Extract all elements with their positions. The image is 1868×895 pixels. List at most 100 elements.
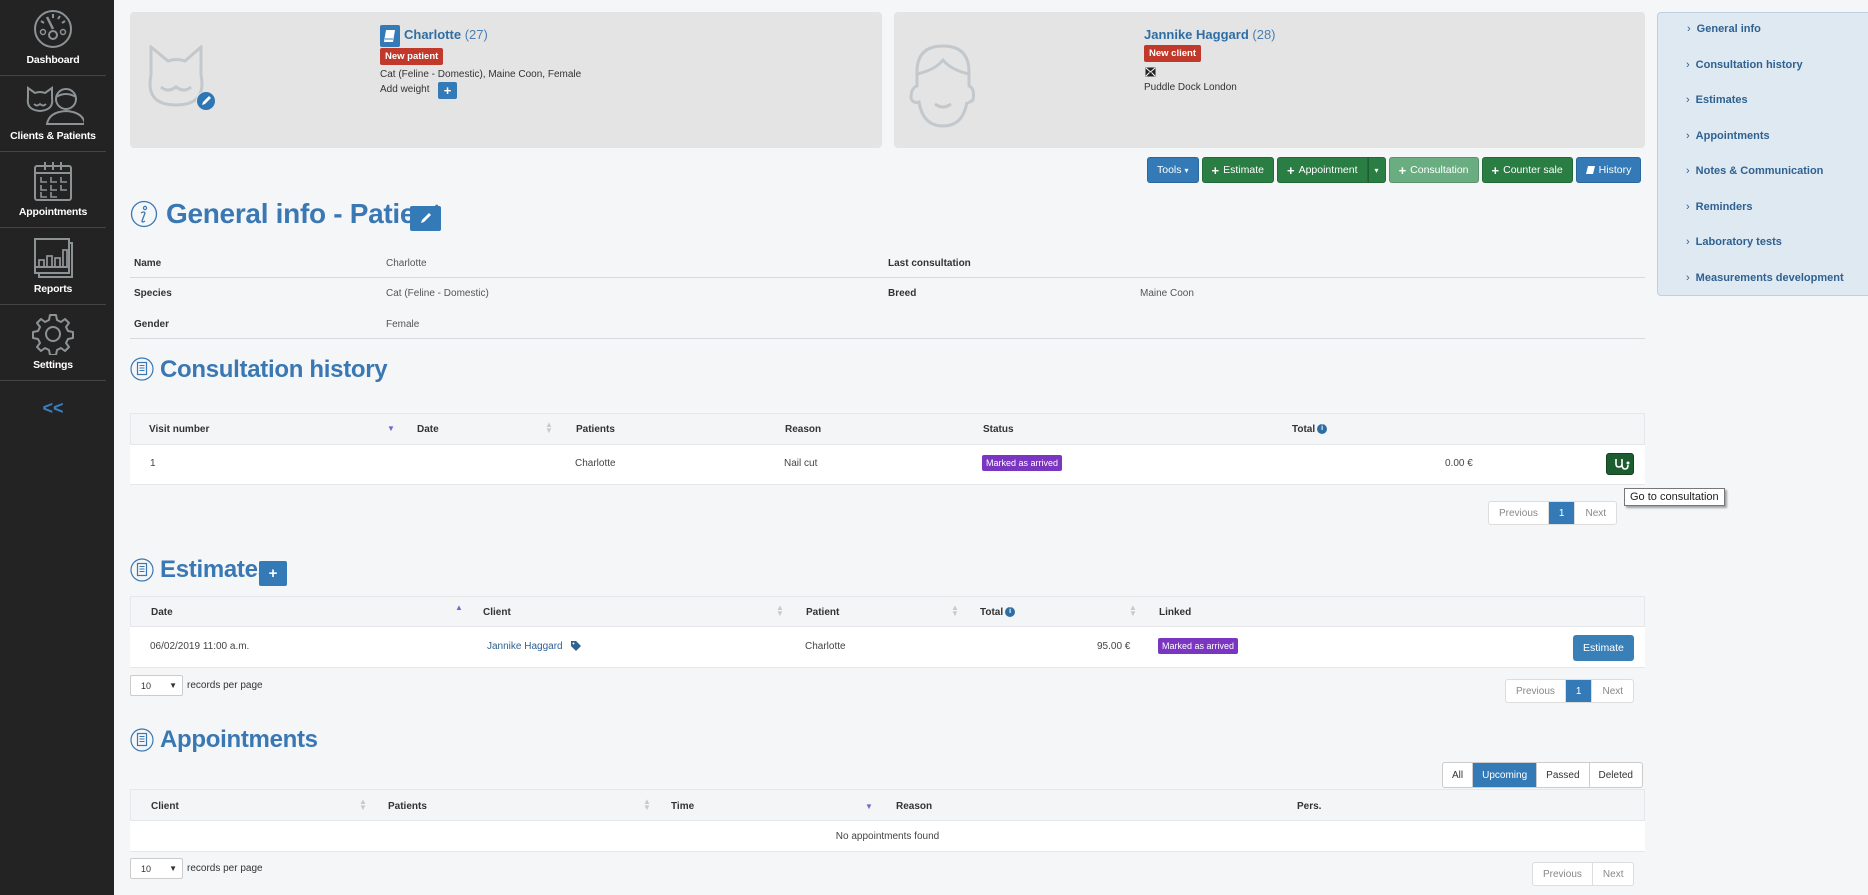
edit-patient-button[interactable]: [410, 206, 441, 231]
sort-both-icon[interactable]: ▲ ▼: [951, 604, 959, 618]
new-estimate-button[interactable]: + Estimate: [1201, 157, 1274, 183]
client-address: Puddle Dock London: [1144, 82, 1237, 93]
edit-avatar-button[interactable]: [196, 91, 216, 111]
cell-visit-number[interactable]: 1: [150, 458, 156, 469]
history-button[interactable]: History: [1575, 157, 1642, 183]
records-per-page-select[interactable]: 10 ▼: [130, 858, 183, 879]
tag-icon: [571, 641, 581, 651]
plus-icon: +: [1286, 162, 1295, 178]
sort-asc-icon[interactable]: ▲: [455, 604, 463, 612]
sort-both-icon[interactable]: ▲ ▼: [545, 421, 553, 435]
appointments-pagination: Previous Next: [1532, 862, 1635, 886]
col-time[interactable]: Time: [671, 801, 694, 812]
sort-desc-icon[interactable]: ▼: [387, 425, 395, 433]
col-date[interactable]: Date: [151, 607, 173, 618]
appointment-dropdown-toggle[interactable]: ▾: [1367, 157, 1386, 183]
new-appointment-button[interactable]: + Appointment: [1276, 157, 1368, 183]
calendar-icon: [34, 162, 72, 201]
client-card: Jannike Haggard (28) New client Puddle D…: [894, 12, 1645, 148]
nav-label: General info: [1696, 23, 1761, 35]
chevron-right-icon: ›: [1686, 59, 1690, 71]
pagination-previous[interactable]: Previous: [1533, 863, 1592, 885]
sort-desc-icon[interactable]: ▼: [865, 803, 873, 811]
nav-consultation-history[interactable]: › Consultation history: [1686, 59, 1803, 71]
col-visit-number[interactable]: Visit number: [149, 424, 209, 435]
chevron-right-icon: ›: [1686, 130, 1690, 142]
new-counter-sale-button[interactable]: + Counter sale: [1481, 157, 1573, 183]
filter-passed[interactable]: Passed: [1536, 763, 1588, 787]
records-per-page-label: records per page: [187, 680, 263, 691]
nav-appointments[interactable]: › Appointments: [1686, 130, 1770, 142]
action-toolbar: Tools ▾ + Estimate + Appointment ▾ + Con…: [1147, 157, 1642, 183]
sidebar-item-label: Settings: [33, 359, 73, 371]
info-label-name: Name: [134, 258, 162, 269]
nav-measurements-development[interactable]: › Measurements development: [1686, 272, 1844, 284]
pencil-icon: [421, 213, 431, 223]
add-weight-label: Add weight: [380, 84, 430, 95]
cell-total: 95.00 €: [1097, 641, 1131, 652]
divider: [130, 277, 1645, 278]
col-patient[interactable]: Patient: [806, 607, 839, 618]
sort-both-icon[interactable]: ▲ ▼: [1129, 604, 1137, 618]
col-client[interactable]: Client: [151, 801, 179, 812]
sidebar-item-dashboard[interactable]: Dashboard: [0, 0, 106, 76]
col-date[interactable]: Date: [417, 424, 439, 435]
pagination-previous[interactable]: Previous: [1506, 680, 1565, 702]
pagination-page-1[interactable]: 1: [1547, 502, 1575, 524]
open-estimate-button[interactable]: Estimate: [1573, 635, 1634, 661]
filter-all[interactable]: All: [1443, 763, 1472, 787]
sidebar-item-clients-patients[interactable]: Clients & Patients: [0, 76, 106, 152]
sidebar-item-appointments[interactable]: Appointments: [0, 152, 106, 228]
add-estimate-button[interactable]: +: [259, 561, 287, 586]
col-total-label: Total: [1292, 424, 1316, 435]
pagination-next[interactable]: Next: [1574, 502, 1616, 524]
filter-upcoming[interactable]: Upcoming: [1472, 763, 1537, 787]
section-navigation-panel: › General info › Consultation history › Est…: [1657, 12, 1868, 296]
info-value-gender: Female: [386, 319, 420, 330]
gear-icon: [32, 314, 74, 355]
info-icon[interactable]: i: [1317, 424, 1328, 435]
patient-name-link[interactable]: Charlotte (27): [404, 27, 488, 42]
nav-estimates[interactable]: › Estimates: [1686, 94, 1748, 106]
pagination-next[interactable]: Next: [1591, 863, 1634, 885]
sort-both-icon[interactable]: ▲ ▼: [643, 798, 651, 812]
col-total[interactable]: Total i: [980, 607, 1016, 618]
new-consultation-button[interactable]: + Consultation: [1388, 157, 1479, 183]
collapse-sidebar-button[interactable]: <<: [0, 398, 106, 419]
nav-reminders[interactable]: › Reminders: [1686, 201, 1753, 213]
appointments-filter-group: All Upcoming Passed Deleted: [1442, 762, 1643, 788]
cell-client-link[interactable]: Jannike Haggard: [487, 641, 563, 652]
nav-notes-communication[interactable]: › Notes & Communication: [1686, 165, 1823, 177]
records-per-page-select[interactable]: 10 ▼: [130, 675, 183, 696]
info-label-breed: Breed: [888, 288, 917, 299]
pagination-previous[interactable]: Previous: [1489, 502, 1548, 524]
nav-general-info[interactable]: › General info: [1687, 23, 1761, 35]
sidebar-item-settings[interactable]: Settings: [0, 305, 106, 381]
pagination-next[interactable]: Next: [1591, 680, 1633, 702]
col-linked: Linked: [1159, 607, 1192, 618]
sidebar-item-reports[interactable]: Reports: [0, 229, 106, 305]
filter-deleted[interactable]: Deleted: [1588, 763, 1642, 787]
chevron-right-icon: ›: [1686, 201, 1690, 213]
appointment-split-button: + Appointment ▾: [1276, 157, 1386, 183]
patient-record-button[interactable]: [380, 25, 400, 47]
consultation-history-table: Visit number ▼ Date ▲ ▼ Patients Reason S…: [130, 413, 1645, 485]
sort-both-icon[interactable]: ▲ ▼: [776, 604, 784, 618]
go-to-consultation-button[interactable]: [1606, 453, 1634, 475]
appointments-records-per-page: 10 ▼ records per page: [130, 858, 263, 879]
col-client[interactable]: Client: [483, 607, 511, 618]
info-icon[interactable]: i: [1005, 607, 1016, 618]
pagination-page-1[interactable]: 1: [1564, 680, 1592, 702]
info-value-species: Cat (Feline - Domestic): [386, 288, 489, 299]
add-weight-button[interactable]: +: [438, 82, 457, 99]
tools-dropdown-button[interactable]: Tools ▾: [1147, 157, 1199, 183]
col-total-label: Total: [980, 607, 1004, 618]
col-patients[interactable]: Patients: [388, 801, 427, 812]
client-name-link[interactable]: Jannike Haggard (28): [1144, 27, 1276, 42]
sidebar: Dashboard Clients & Patients Appointment…: [0, 0, 114, 895]
nav-laboratory-tests[interactable]: › Laboratory tests: [1686, 236, 1782, 248]
envelope-icon[interactable]: [1145, 67, 1156, 77]
document-list-icon: [130, 558, 154, 582]
appointments-table: Client ▲ ▼ Patients ▲ ▼ Time ▼ Reason Pers…: [130, 789, 1645, 852]
sort-both-icon[interactable]: ▲ ▼: [359, 798, 367, 812]
